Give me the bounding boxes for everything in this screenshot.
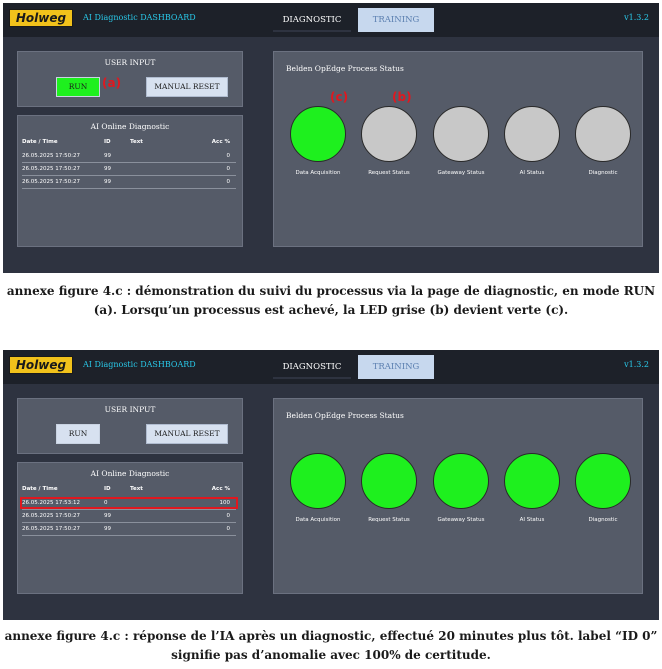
col-text: Text [130,139,143,145]
run-button[interactable]: RUN [56,77,100,97]
led-label-gateaway-status: Gateaway Status [437,170,485,176]
ai-diagnostic-title: AI Online Diagnostic [90,469,170,478]
cell-date: 26.05.2025 17:50:27 [22,526,80,532]
ai-diagnostic-title: AI Online Diagnostic [90,122,170,131]
figure-caption-run: annexe figure 4.c : démonstration du sui… [6,284,656,317]
cell-id: 99 [104,526,111,532]
led-gateaway-status [433,453,489,509]
cell-date: 26.05.2025 17:50:27 [22,166,80,172]
cell-acc: 0 [226,153,231,159]
cell-id: 99 [104,513,111,519]
col-date-time: Date / Time [22,139,58,145]
app-title: AI Diagnostic DASHBOARD [83,13,196,22]
col-text: Text [130,486,143,492]
col-acc: Acc % [211,139,230,145]
figure-caption-result: annexe figure 4.c : réponse de l’IA aprè… [4,629,658,662]
cell-id: 99 [104,179,111,185]
led-label-ai-status: AI Status [519,170,545,176]
table-row[interactable]: 26.05.2025 17:50:27 99 0 [22,163,236,176]
led-label-request-status: Request Status [368,170,410,176]
table-row[interactable]: 26.05.2025 17:50:27 99 0 [22,176,236,189]
col-date-time: Date / Time [22,486,58,492]
version-label: v1.3.2 [624,13,649,22]
led-label-diagnostic: Diagnostic [588,170,618,176]
dashboard-screenshot-run: Holweg AI Diagnostic DASHBOARD DIAGNOSTI… [3,3,659,273]
cell-acc: 0 [226,526,231,532]
table-header: Date / Time ID Text Acc % [22,136,236,148]
user-input-title: USER INPUT [104,405,156,414]
annotation-a: (a) [102,76,122,90]
version-label: v1.3.2 [624,360,649,369]
led-request-status [361,106,417,162]
process-status-panel: Belden OpEdge Process Status (c) (b) Dat… [273,51,643,247]
ai-diagnostic-panel: AI Online Diagnostic Date / Time ID Text… [17,462,243,594]
table-row[interactable]: 26.05.2025 17:50:27 99 0 [22,510,236,523]
led-diagnostic [575,106,631,162]
led-label-gateaway-status: Gateaway Status [437,517,485,523]
table-row[interactable]: 26.05.2025 17:50:27 99 0 [22,523,236,536]
holweg-logo: Holweg [9,356,73,374]
cell-id: 99 [104,153,111,159]
dashboard-screenshot-result: Holweg AI Diagnostic DASHBOARD DIAGNOSTI… [3,350,659,620]
run-button[interactable]: RUN [56,424,100,444]
top-bar: Holweg AI Diagnostic DASHBOARD DIAGNOSTI… [3,350,659,384]
led-ai-status [504,453,560,509]
holweg-logo: Holweg [9,9,73,27]
table-row[interactable]: 26.05.2025 17:50:27 99 0 [22,150,236,163]
annotation-b: (b) [392,90,412,104]
cell-acc: 0 [226,166,231,172]
cell-acc: 0 [226,179,231,185]
user-input-panel: USER INPUT RUN MANUAL RESET [17,398,243,454]
process-status-title: Belden OpEdge Process Status [286,64,404,73]
manual-reset-button[interactable]: MANUAL RESET [146,424,228,444]
led-label-data-acquisition: Data Acquisition [295,170,341,176]
tab-training[interactable]: TRAINING [358,8,434,32]
user-input-title: USER INPUT [104,58,156,67]
cell-date: 26.05.2025 17:50:27 [22,153,80,159]
led-label-ai-status: AI Status [519,517,545,523]
cell-id: 99 [104,166,111,172]
col-id: ID [104,139,111,145]
top-bar: Holweg AI Diagnostic DASHBOARD DIAGNOSTI… [3,3,659,37]
led-label-data-acquisition: Data Acquisition [295,517,341,523]
manual-reset-button[interactable]: MANUAL RESET [146,77,228,97]
tab-training[interactable]: TRAINING [358,355,434,379]
led-data-acquisition [290,453,346,509]
led-label-request-status: Request Status [368,517,410,523]
led-diagnostic [575,453,631,509]
user-input-panel: USER INPUT RUN (a) MANUAL RESET [17,51,243,107]
cell-acc: 0 [226,513,231,519]
process-status-panel: Belden OpEdge Process Status Data Acquis… [273,398,643,594]
app-title: AI Diagnostic DASHBOARD [83,360,196,369]
cell-date: 26.05.2025 17:50:27 [22,513,80,519]
ai-diagnostic-panel: AI Online Diagnostic Date / Time ID Text… [17,115,243,247]
annotation-c: (c) [330,90,349,104]
led-label-diagnostic: Diagnostic [588,517,618,523]
led-request-status [361,453,417,509]
led-ai-status [504,106,560,162]
led-gateaway-status [433,106,489,162]
col-acc: Acc % [211,486,230,492]
tab-diagnostic[interactable]: DIAGNOSTIC [273,8,351,32]
tab-diagnostic[interactable]: DIAGNOSTIC [273,355,351,379]
table-header: Date / Time ID Text Acc % [22,483,236,495]
cell-date: 26.05.2025 17:50:27 [22,179,80,185]
col-id: ID [104,486,111,492]
led-data-acquisition [290,106,346,162]
process-status-title: Belden OpEdge Process Status [286,411,404,420]
highlight-box [20,497,238,509]
